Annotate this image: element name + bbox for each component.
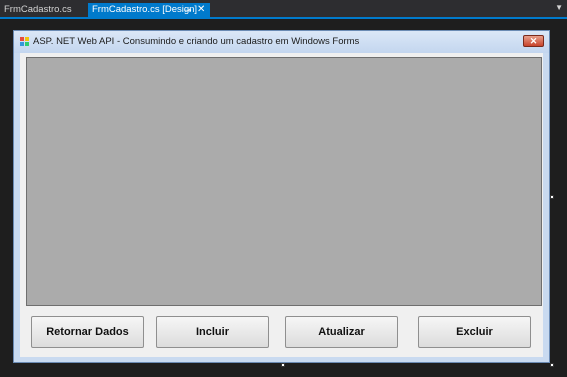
form-client-area: Retornar Dados Incluir Atualizar Excluir [20, 53, 543, 357]
data-grid-view[interactable] [26, 57, 542, 306]
form-title-bar: ASP. NET Web API - Consumindo e criando … [14, 31, 549, 53]
excluir-button[interactable]: Excluir [418, 316, 531, 348]
tab-frmcadastro-design[interactable]: FrmCadastro.cs [Design] ⊸ ✕ [88, 3, 210, 17]
retornar-dados-button[interactable]: Retornar Dados [31, 316, 144, 348]
form-window[interactable]: ASP. NET Web API - Consumindo e criando … [13, 30, 550, 363]
resize-handle-right[interactable] [550, 195, 554, 199]
pin-icon[interactable]: ⊸ [184, 3, 192, 17]
atualizar-button[interactable]: Atualizar [285, 316, 398, 348]
resize-handle-corner[interactable] [550, 363, 554, 367]
close-icon: ✕ [529, 36, 538, 46]
close-window-button[interactable]: ✕ [523, 35, 544, 47]
tab-label: FrmCadastro.cs [Design] [92, 4, 198, 15]
tab-dropdown-icon[interactable]: ▼ [555, 3, 563, 12]
resize-handle-bottom[interactable] [281, 363, 285, 367]
form-title: ASP. NET Web API - Consumindo e criando … [33, 36, 360, 47]
document-tab-strip: FrmCadastro.cs FrmCadastro.cs [Design] ⊸… [0, 0, 567, 17]
tab-frmcadastro-code[interactable]: FrmCadastro.cs [0, 3, 88, 17]
incluir-button[interactable]: Incluir [156, 316, 269, 348]
close-tab-icon[interactable]: ✕ [197, 3, 205, 17]
app-icon [20, 37, 29, 46]
tab-label: FrmCadastro.cs [4, 4, 72, 15]
